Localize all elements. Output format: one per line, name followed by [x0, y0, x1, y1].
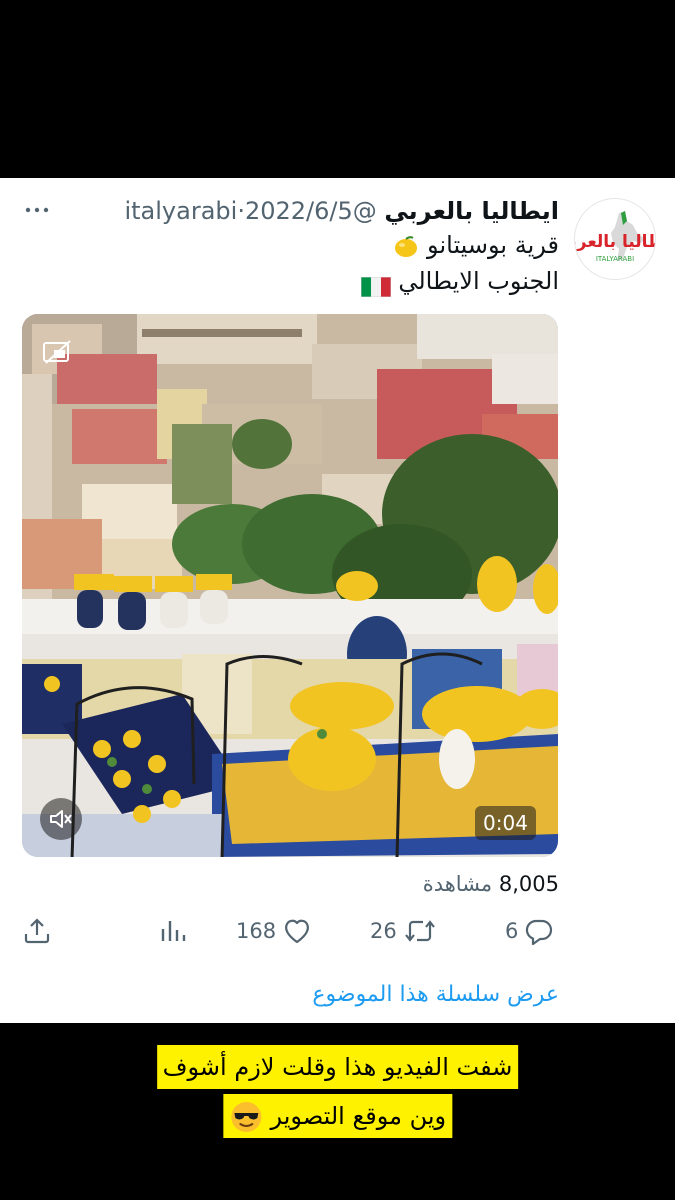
reply-count: 6 — [505, 919, 519, 943]
tweet-text-1: قرية بوسيتانو — [427, 231, 559, 259]
tweet-header: ايطاليا بالعربي @italyarabi·2022/6/5 — [124, 194, 559, 228]
author-name[interactable]: ايطاليا بالعربي — [384, 197, 559, 225]
avatar-logo: ايطاليا بالعربي ITALYARABI — [575, 211, 655, 263]
caption-line-2-text: وين موقع التصوير — [270, 1102, 447, 1130]
like-count: 168 — [236, 919, 277, 943]
lemon-emoji — [393, 234, 419, 258]
picture-in-picture-icon[interactable] — [40, 338, 76, 368]
heart-icon — [285, 919, 310, 944]
reply-button[interactable]: 6 — [505, 914, 554, 948]
sunglasses-emoji — [230, 1102, 261, 1132]
italy-flag-emoji — [360, 272, 392, 298]
tweet-text-line-1: قرية بوسيتانو — [393, 228, 559, 262]
header-separator: · — [237, 197, 245, 225]
share-icon — [24, 918, 50, 944]
avatar-wordmark: ايطاليا بالعربي — [575, 232, 655, 252]
caption-line-2: وين موقع التصوير — [222, 1094, 453, 1138]
reply-icon — [526, 919, 553, 946]
view-count: 8,005 مشاهدة — [423, 872, 559, 896]
caption-line-1: شفت الفيديو هذا وقلت لازم أشوف — [156, 1045, 519, 1089]
retweet-count: 26 — [370, 919, 397, 943]
retweet-button[interactable]: 26 — [370, 914, 437, 948]
views-label: مشاهدة — [422, 872, 493, 896]
retweet-icon — [404, 920, 435, 942]
tweet-text-2: الجنوب الايطالي — [398, 267, 559, 295]
analytics-button[interactable] — [158, 914, 188, 948]
video-thumbnail — [22, 314, 558, 857]
tweet-text-line-2: الجنوب الايطالي — [360, 264, 559, 298]
show-thread-link[interactable]: عرض سلسلة هذا الموضوع — [312, 982, 559, 1007]
video-player[interactable] — [22, 314, 558, 857]
avatar-subtext: ITALYARABI — [596, 255, 634, 263]
share-button[interactable] — [22, 914, 52, 948]
avatar[interactable]: ايطاليا بالعربي ITALYARABI — [574, 198, 656, 280]
mute-button[interactable] — [40, 798, 82, 840]
speaker-muted-icon — [50, 810, 72, 828]
video-duration: 0:04 — [475, 806, 536, 840]
more-horizontal-icon[interactable] — [22, 196, 54, 224]
like-button[interactable]: 168 — [236, 914, 312, 948]
analytics-icon — [161, 921, 186, 941]
views-number: 8,005 — [498, 872, 559, 896]
tweet-date[interactable]: 2022/6/5 — [245, 197, 353, 225]
